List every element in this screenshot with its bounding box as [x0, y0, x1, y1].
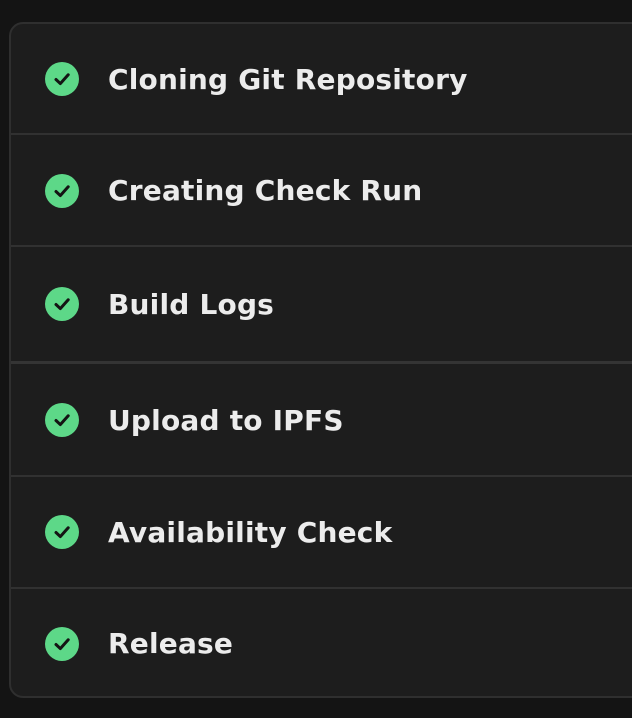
- step-label: Build Logs: [108, 287, 275, 321]
- check-circle-icon: [45, 515, 79, 549]
- step-creating-check-run[interactable]: Creating Check Run: [11, 135, 632, 246]
- deployment-steps-panel: Cloning Git Repository Creating Check Ru…: [9, 22, 632, 698]
- step-label: Upload to IPFS: [108, 403, 344, 437]
- step-label: Release: [108, 627, 234, 660]
- check-circle-icon: [45, 287, 79, 321]
- step-label: Creating Check Run: [108, 174, 423, 207]
- step-release[interactable]: Release: [11, 589, 632, 696]
- step-build-logs[interactable]: Build Logs: [11, 247, 632, 361]
- step-cloning-git-repository[interactable]: Cloning Git Repository: [11, 24, 632, 134]
- check-circle-icon: [45, 173, 79, 208]
- step-label: Cloning Git Repository: [108, 62, 468, 96]
- step-upload-to-ipfs[interactable]: Upload to IPFS: [11, 364, 632, 476]
- step-availability-check[interactable]: Availability Check: [11, 477, 632, 587]
- check-circle-icon: [45, 403, 79, 437]
- check-circle-icon: [45, 62, 79, 96]
- check-circle-icon: [45, 626, 79, 661]
- step-label: Availability Check: [108, 515, 393, 549]
